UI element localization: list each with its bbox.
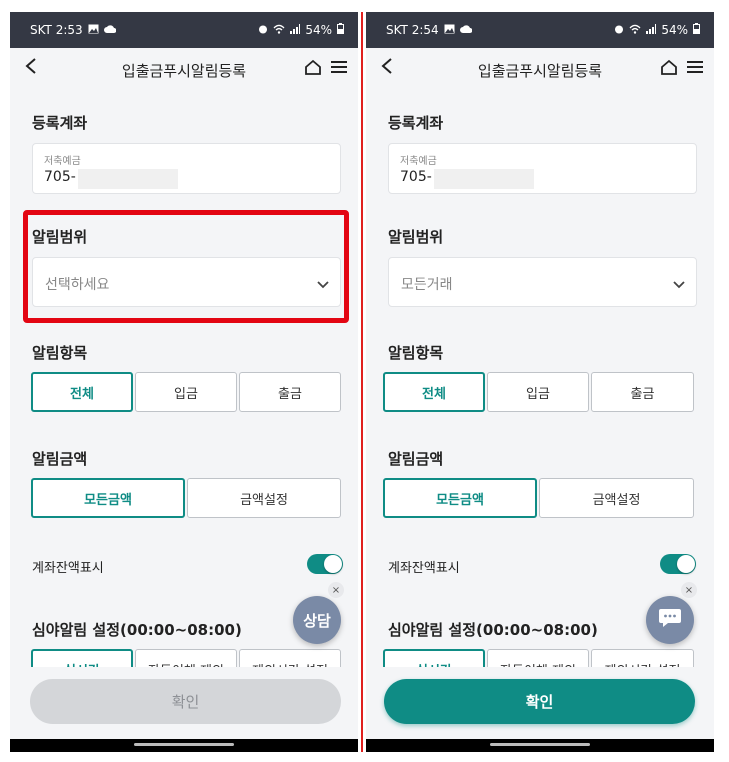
balance-toggle[interactable] bbox=[660, 554, 696, 574]
scope-select-value: 모든거래 bbox=[401, 277, 453, 293]
toggle-knob bbox=[677, 555, 695, 573]
system-nav-bar bbox=[10, 739, 358, 752]
amount-option-custom[interactable]: 금액설정 bbox=[539, 478, 694, 518]
battery-percent: 54% bbox=[661, 23, 688, 37]
amount-option-all[interactable]: 모든금액 bbox=[31, 478, 185, 518]
alarm-icon bbox=[258, 23, 268, 37]
page-title: 입출금푸시알림등록 bbox=[121, 61, 247, 80]
home-gesture-pill[interactable] bbox=[490, 743, 590, 746]
item-option-withdraw[interactable]: 출금 bbox=[591, 372, 694, 412]
account-field[interactable]: 저축예금 705- bbox=[32, 143, 341, 194]
item-option-deposit[interactable]: 입금 bbox=[487, 372, 589, 412]
confirm-button[interactable]: 확인 bbox=[384, 679, 695, 724]
scope-select[interactable]: 모든거래 bbox=[388, 257, 697, 307]
home-gesture-pill[interactable] bbox=[134, 743, 234, 746]
home-icon[interactable] bbox=[660, 59, 678, 80]
carrier-time: SKT 2:54 bbox=[386, 23, 439, 37]
account-number-mask bbox=[78, 169, 178, 189]
night-section-title: 심야알림 설정(00:00~08:00) bbox=[388, 621, 598, 639]
balance-toggle[interactable] bbox=[307, 554, 343, 574]
back-icon[interactable] bbox=[380, 56, 394, 81]
chat-bubble-icon bbox=[658, 607, 682, 633]
night-section-title: 심야알림 설정(00:00~08:00) bbox=[32, 621, 242, 639]
scope-section-title: 알림범위 bbox=[388, 228, 444, 246]
item-option-withdraw[interactable]: 출금 bbox=[239, 372, 341, 412]
system-nav-bar bbox=[366, 739, 714, 752]
account-section-title: 등록계좌 bbox=[32, 114, 88, 132]
account-field[interactable]: 저축예금 705- bbox=[388, 143, 697, 194]
gallery-icon bbox=[444, 23, 455, 37]
wifi-icon bbox=[273, 23, 285, 37]
carrier-time: SKT 2:53 bbox=[30, 23, 83, 37]
back-icon[interactable] bbox=[24, 56, 38, 81]
menu-icon[interactable] bbox=[330, 59, 348, 79]
signal-icon bbox=[290, 23, 301, 37]
balance-toggle-label: 계좌잔액표시 bbox=[388, 561, 460, 576]
account-number: 705- bbox=[44, 169, 76, 185]
fab-close-button[interactable]: × bbox=[681, 582, 697, 598]
phone-right: SKT 2:54 54% 입출금푸시알림등록 등록계좌 저축예금 705- 알림… bbox=[366, 12, 714, 752]
chevron-down-icon bbox=[672, 275, 686, 294]
status-bar: SKT 2:53 54% bbox=[10, 12, 358, 48]
balance-toggle-label: 계좌잔액표시 bbox=[32, 561, 104, 576]
status-bar: SKT 2:54 54% bbox=[366, 12, 714, 48]
app-bar: 입출금푸시알림등록 bbox=[10, 48, 358, 92]
home-icon[interactable] bbox=[304, 59, 322, 80]
account-section-title: 등록계좌 bbox=[388, 114, 444, 132]
wifi-icon bbox=[629, 23, 641, 37]
menu-icon[interactable] bbox=[686, 59, 704, 79]
highlight-box bbox=[23, 210, 349, 323]
alarm-icon bbox=[614, 23, 624, 37]
cloud-icon bbox=[459, 23, 473, 37]
amount-option-all[interactable]: 모든금액 bbox=[383, 478, 537, 518]
fab-close-button[interactable]: × bbox=[328, 582, 344, 598]
gallery-icon bbox=[88, 23, 99, 37]
items-section-title: 알림항목 bbox=[32, 344, 88, 362]
divider-line bbox=[361, 12, 363, 752]
battery-icon bbox=[337, 23, 344, 37]
amount-section-title: 알림금액 bbox=[32, 450, 88, 468]
chat-fab[interactable] bbox=[646, 596, 694, 644]
page-title: 입출금푸시알림등록 bbox=[477, 61, 603, 80]
battery-percent: 54% bbox=[305, 23, 332, 37]
item-option-all[interactable]: 전체 bbox=[383, 372, 485, 412]
confirm-button[interactable]: 확인 bbox=[30, 679, 341, 724]
cloud-icon bbox=[103, 23, 117, 37]
account-number: 705- bbox=[400, 169, 432, 185]
item-option-all[interactable]: 전체 bbox=[31, 372, 133, 412]
consult-fab[interactable]: 상담 bbox=[293, 596, 341, 644]
app-bar: 입출금푸시알림등록 bbox=[366, 48, 714, 92]
account-type: 저축예금 bbox=[400, 156, 437, 167]
amount-section-title: 알림금액 bbox=[388, 450, 444, 468]
account-number-mask bbox=[434, 169, 534, 189]
phone-left: SKT 2:53 54% 입출금푸시알림등록 등록계좌 저축예금 705- 알림… bbox=[10, 12, 358, 752]
signal-icon bbox=[646, 23, 657, 37]
account-type: 저축예금 bbox=[44, 156, 81, 167]
battery-icon bbox=[693, 23, 700, 37]
amount-option-custom[interactable]: 금액설정 bbox=[187, 478, 341, 518]
items-section-title: 알림항목 bbox=[388, 344, 444, 362]
toggle-knob bbox=[324, 555, 342, 573]
item-option-deposit[interactable]: 입금 bbox=[135, 372, 237, 412]
